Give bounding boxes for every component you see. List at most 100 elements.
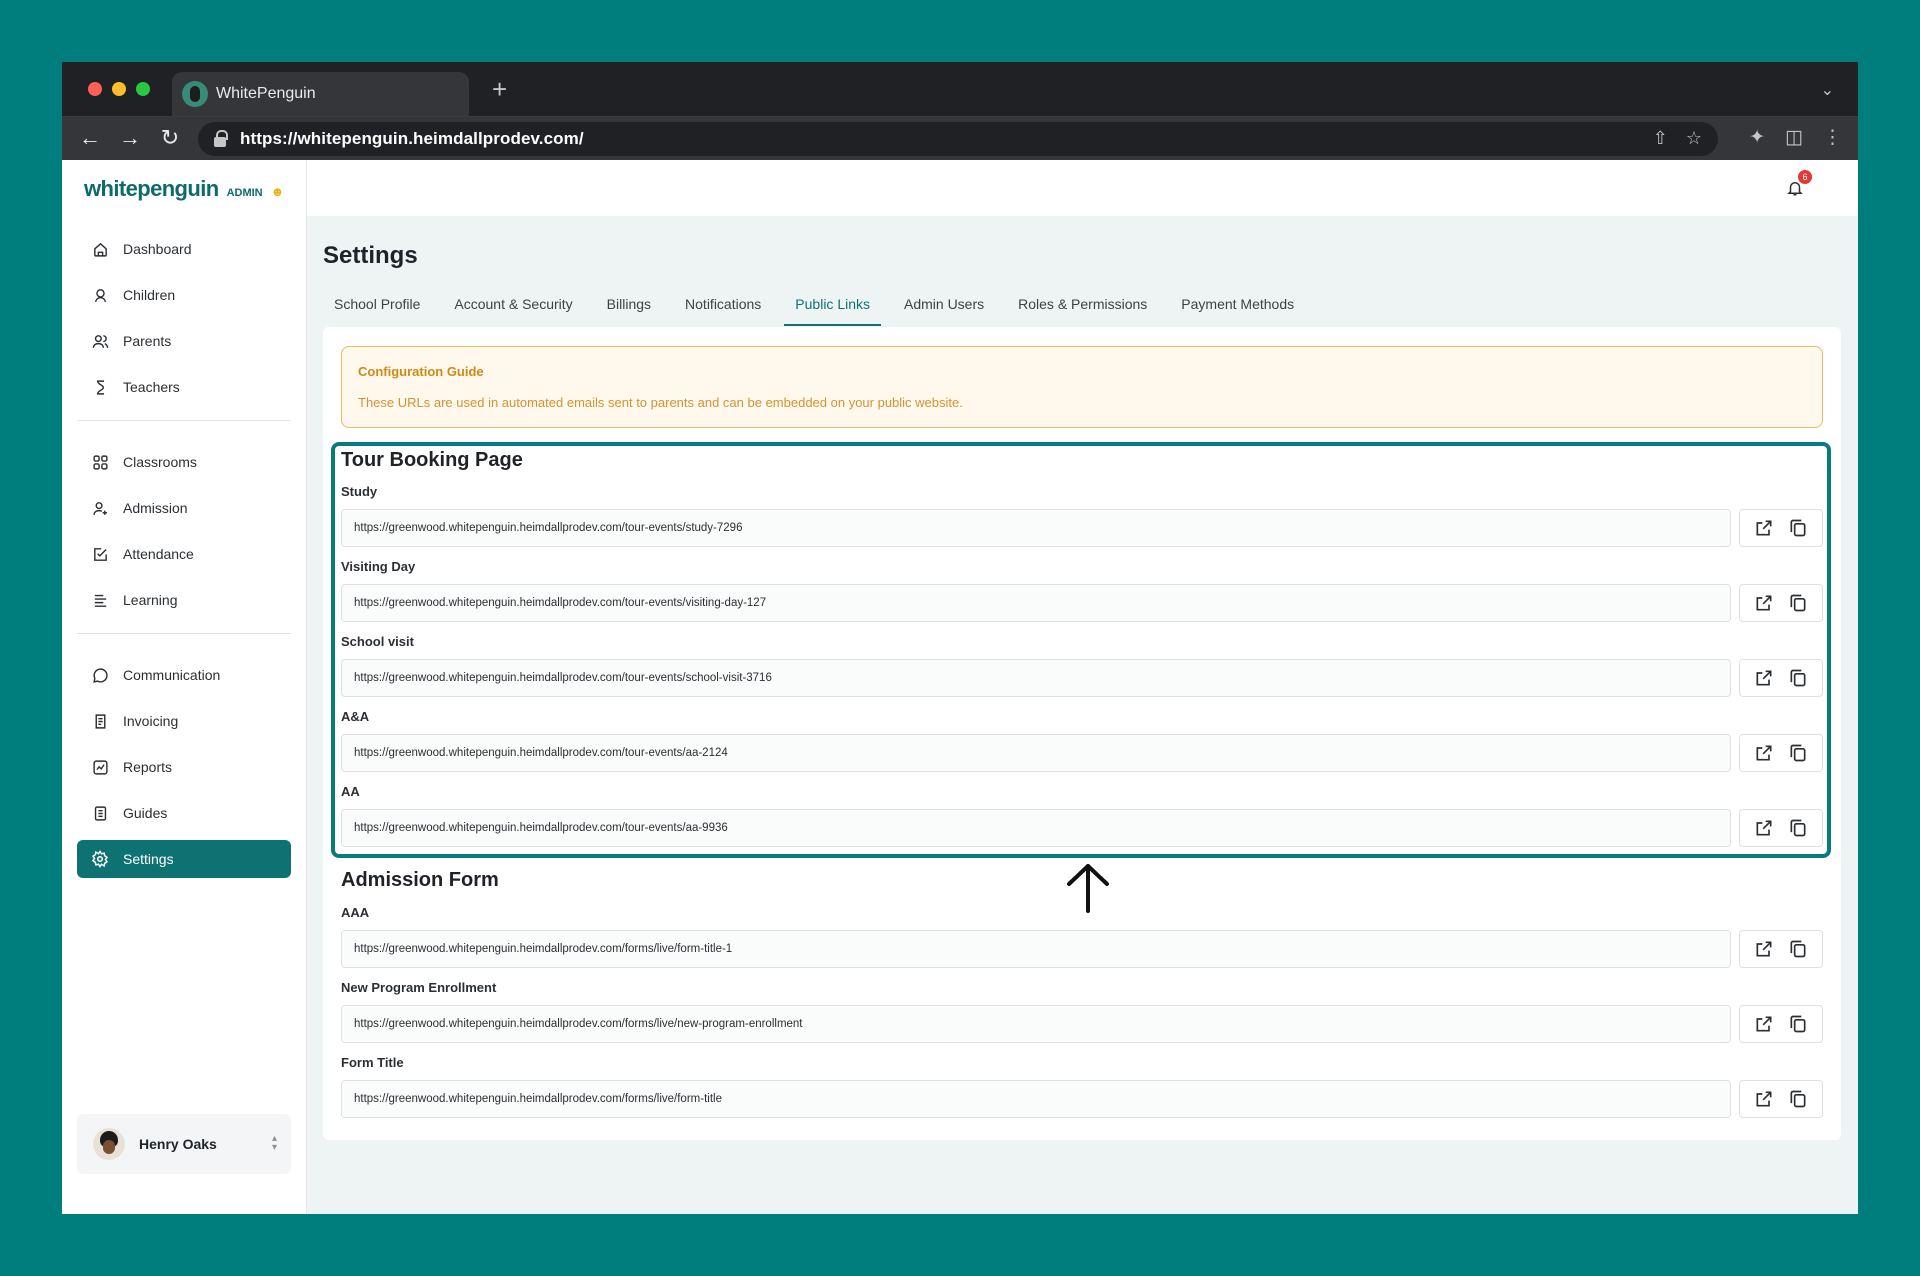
sidebar-divider	[77, 420, 291, 421]
sidebar-divider	[77, 633, 291, 634]
highlight-frame	[331, 442, 1831, 858]
sidebar-item-teachers[interactable]: Teachers	[77, 368, 291, 406]
sidebar-item-classrooms[interactable]: Classrooms	[77, 443, 291, 481]
minimize-window-button[interactable]	[112, 82, 126, 96]
link-actions	[1739, 1080, 1823, 1118]
open-external-icon[interactable]	[1754, 743, 1774, 763]
link-url-field[interactable]: https://greenwood.whitepenguin.heimdallp…	[341, 930, 1731, 968]
invoice-icon	[91, 712, 109, 730]
browser-tab[interactable]: WhitePenguin	[172, 72, 469, 116]
sidebar-item-label: Settings	[123, 851, 174, 867]
copy-icon[interactable]	[1788, 518, 1808, 538]
sidebar-menu: Dashboard Children Parents Teachers Clas…	[77, 230, 291, 886]
sidebar-item-admission[interactable]: Admission	[77, 489, 291, 527]
link-actions	[1739, 734, 1823, 772]
sidebar-item-label: Guides	[123, 805, 168, 821]
tab-payment-methods[interactable]: Payment Methods	[1170, 288, 1305, 326]
book-icon	[91, 804, 109, 822]
browser-menu-icon[interactable]: ⋮	[1823, 126, 1842, 149]
link-row: https://greenwood.whitepenguin.heimdallp…	[341, 734, 1823, 772]
browser-toolbar: ← → ↻ https://whitepenguin.heimdallprode…	[62, 116, 1858, 160]
sidebar-item-label: Dashboard	[123, 241, 192, 257]
link-row: https://greenwood.whitepenguin.heimdallp…	[341, 1080, 1823, 1118]
tab-billings[interactable]: Billings	[596, 288, 662, 326]
link-url-field[interactable]: https://greenwood.whitepenguin.heimdallp…	[341, 1005, 1731, 1043]
link-url-field[interactable]: https://greenwood.whitepenguin.heimdallp…	[341, 809, 1731, 847]
copy-icon[interactable]	[1788, 1014, 1808, 1034]
copy-icon[interactable]	[1788, 939, 1808, 959]
sidebar-item-dashboard[interactable]: Dashboard	[77, 230, 291, 268]
open-external-icon[interactable]	[1754, 1014, 1774, 1034]
user-profile-switcher[interactable]: Henry Oaks ▴ ▾	[77, 1114, 291, 1174]
link-label: A&A	[341, 709, 370, 724]
link-label: Study	[341, 484, 378, 499]
link-actions	[1739, 1005, 1823, 1043]
close-window-button[interactable]	[88, 82, 102, 96]
share-icon[interactable]: ⇧	[1653, 128, 1668, 149]
sidebar-item-parents[interactable]: Parents	[77, 322, 291, 360]
forward-arrow-icon[interactable]: →	[118, 125, 142, 151]
side-panel-icon[interactable]: ◫	[1785, 126, 1803, 149]
extensions-puzzle-icon[interactable]: ✦	[1749, 126, 1765, 149]
link-url-field[interactable]: https://greenwood.whitepenguin.heimdallp…	[341, 584, 1731, 622]
logo[interactable]: whitepenguin ADMIN ☻	[84, 176, 284, 202]
sidebar-item-communication[interactable]: Communication	[77, 656, 291, 694]
address-url[interactable]: https://whitepenguin.heimdallprodev.com/	[240, 129, 584, 149]
tab-roles-permissions[interactable]: Roles & Permissions	[1007, 288, 1158, 326]
tab-school-profile[interactable]: School Profile	[323, 288, 431, 326]
copy-icon[interactable]	[1788, 818, 1808, 838]
tab-public-links[interactable]: Public Links	[784, 288, 881, 326]
sidebar-item-label: Teachers	[123, 379, 180, 395]
chart-icon	[91, 758, 109, 776]
sidebar-item-settings[interactable]: Settings	[77, 840, 291, 878]
public-links-panel: Configuration Guide These URLs are used …	[323, 327, 1841, 1140]
browser-window: WhitePenguin + ⌄ ← → ↻ https://whitepeng…	[62, 62, 1858, 1214]
link-url-field[interactable]: https://greenwood.whitepenguin.heimdallp…	[341, 1080, 1731, 1118]
tab-account-security[interactable]: Account & Security	[443, 288, 583, 326]
sidebar-item-label: Admission	[123, 500, 188, 516]
sidebar-item-reports[interactable]: Reports	[77, 748, 291, 786]
maximize-window-button[interactable]	[136, 82, 150, 96]
sidebar-item-label: Children	[123, 287, 176, 303]
bookmark-star-icon[interactable]: ☆	[1686, 128, 1702, 149]
open-external-icon[interactable]	[1754, 1089, 1774, 1109]
link-label: Visiting Day	[341, 559, 416, 574]
guide-text: These URLs are used in automated emails …	[358, 395, 963, 410]
section-title-tour-booking: Tour Booking Page	[341, 449, 523, 471]
copy-icon[interactable]	[1788, 668, 1808, 688]
open-external-icon[interactable]	[1754, 939, 1774, 959]
tab-notifications[interactable]: Notifications	[674, 288, 772, 326]
link-actions	[1739, 509, 1823, 547]
copy-icon[interactable]	[1788, 743, 1808, 763]
link-url-field[interactable]: https://greenwood.whitepenguin.heimdallp…	[341, 509, 1731, 547]
sidebar-item-learning[interactable]: Learning	[77, 581, 291, 619]
grid-icon	[91, 453, 109, 471]
copy-icon[interactable]	[1788, 593, 1808, 613]
link-url-field[interactable]: https://greenwood.whitepenguin.heimdallp…	[341, 659, 1731, 697]
link-row: https://greenwood.whitepenguin.heimdallp…	[341, 584, 1823, 622]
notifications-button[interactable]: 6	[1786, 170, 1812, 200]
back-arrow-icon[interactable]: ←	[78, 125, 102, 151]
open-external-icon[interactable]	[1754, 518, 1774, 538]
sidebar-item-label: Parents	[123, 333, 172, 349]
open-external-icon[interactable]	[1754, 593, 1774, 613]
sidebar-item-attendance[interactable]: Attendance	[77, 535, 291, 573]
open-external-icon[interactable]	[1754, 668, 1774, 688]
sidebar-item-invoicing[interactable]: Invoicing	[77, 702, 291, 740]
open-external-icon[interactable]	[1754, 818, 1774, 838]
lock-icon[interactable]	[214, 129, 228, 147]
copy-icon[interactable]	[1788, 1089, 1808, 1109]
reload-icon[interactable]: ↻	[158, 125, 182, 151]
main-content: 6 Settings School Profile Account & Secu…	[307, 160, 1858, 1214]
tab-admin-users[interactable]: Admin Users	[893, 288, 995, 326]
sidebar-item-guides[interactable]: Guides	[77, 794, 291, 832]
tab-list-chevron-icon[interactable]: ⌄	[1821, 80, 1834, 100]
teacher-icon	[91, 378, 109, 396]
new-tab-plus-icon[interactable]: +	[492, 76, 507, 102]
address-bar[interactable]: https://whitepenguin.heimdallprodev.com/…	[198, 122, 1718, 156]
link-label: AA	[341, 784, 360, 799]
link-url-field[interactable]: https://greenwood.whitepenguin.heimdallp…	[341, 734, 1731, 772]
sidebar-item-children[interactable]: Children	[77, 276, 291, 314]
browser-tab-bar: WhitePenguin + ⌄	[62, 62, 1858, 116]
child-icon	[91, 286, 109, 304]
